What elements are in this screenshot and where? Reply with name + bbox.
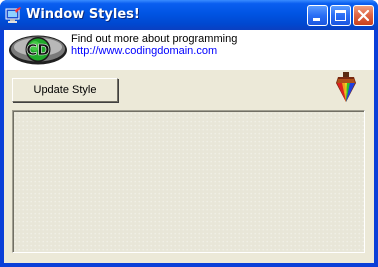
codingdomain-logo: CD [9, 35, 67, 65]
window-title: Window Styles! [26, 7, 140, 22]
app-icon[interactable] [5, 7, 22, 24]
gem-icon [336, 72, 356, 102]
content-panel-surface [13, 111, 364, 252]
minimize-icon [313, 18, 320, 21]
maximize-button[interactable] [330, 5, 351, 26]
header-banner: CD Find out more about programming http:… [4, 30, 374, 70]
app-window: Window Styles! CD Find out more about pr… [0, 0, 378, 267]
svg-text:CD: CD [26, 41, 49, 59]
client-area: CD Find out more about programming http:… [4, 30, 374, 263]
maximize-icon [335, 10, 346, 21]
content-panel [12, 110, 365, 253]
close-icon [357, 9, 370, 22]
close-button[interactable] [353, 5, 374, 26]
title-bar[interactable]: Window Styles! [0, 0, 378, 30]
minimize-button[interactable] [307, 5, 328, 26]
banner-link[interactable]: http://www.codingdomain.com [71, 45, 217, 57]
banner-tagline: Find out more about programming [71, 33, 238, 45]
update-style-button[interactable]: Update Style [12, 78, 118, 102]
